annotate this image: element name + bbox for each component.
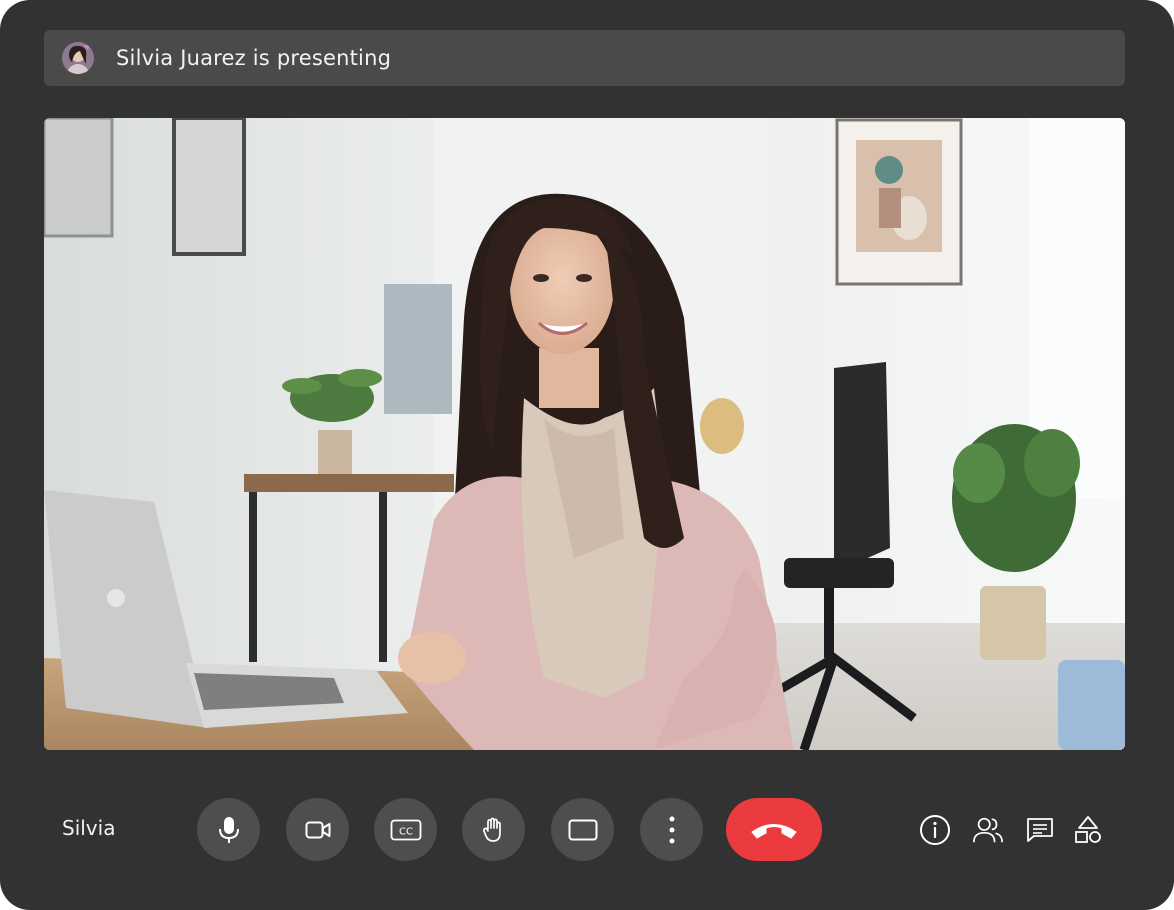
chat-button[interactable] (1024, 814, 1056, 846)
more-vertical-icon (669, 816, 674, 843)
presenter-avatar (62, 42, 94, 74)
shapes-icon (1075, 816, 1101, 843)
closed-captions-icon: CC (390, 819, 421, 840)
info-icon (920, 815, 950, 845)
present-screen-icon (568, 819, 597, 840)
chat-icon (1027, 818, 1053, 842)
meeting-window: Silvia Juarez is presenting Silvia CC (0, 0, 1174, 910)
hand-icon (482, 817, 501, 842)
video-frame-illustration (44, 118, 1125, 750)
raise-hand-button[interactable] (462, 798, 525, 861)
people-button[interactable] (972, 814, 1004, 846)
presenting-text: Silvia Juarez is presenting (116, 46, 392, 70)
present-button[interactable] (551, 798, 614, 861)
captions-label: CC (399, 826, 413, 837)
self-participant-name: Silvia (62, 816, 116, 840)
phone-hangup-icon (751, 823, 797, 838)
presenting-banner: Silvia Juarez is presenting (44, 30, 1125, 86)
microphone-button[interactable] (197, 798, 260, 861)
more-options-button[interactable] (640, 798, 703, 861)
activities-button[interactable] (1072, 814, 1104, 846)
participant-video (44, 118, 1125, 750)
microphone-icon (218, 816, 239, 843)
people-icon (973, 817, 1003, 843)
captions-button[interactable]: CC (374, 798, 437, 861)
end-call-button[interactable] (726, 798, 822, 861)
camera-icon (305, 821, 330, 838)
meeting-details-button[interactable] (919, 814, 951, 846)
camera-button[interactable] (286, 798, 349, 861)
